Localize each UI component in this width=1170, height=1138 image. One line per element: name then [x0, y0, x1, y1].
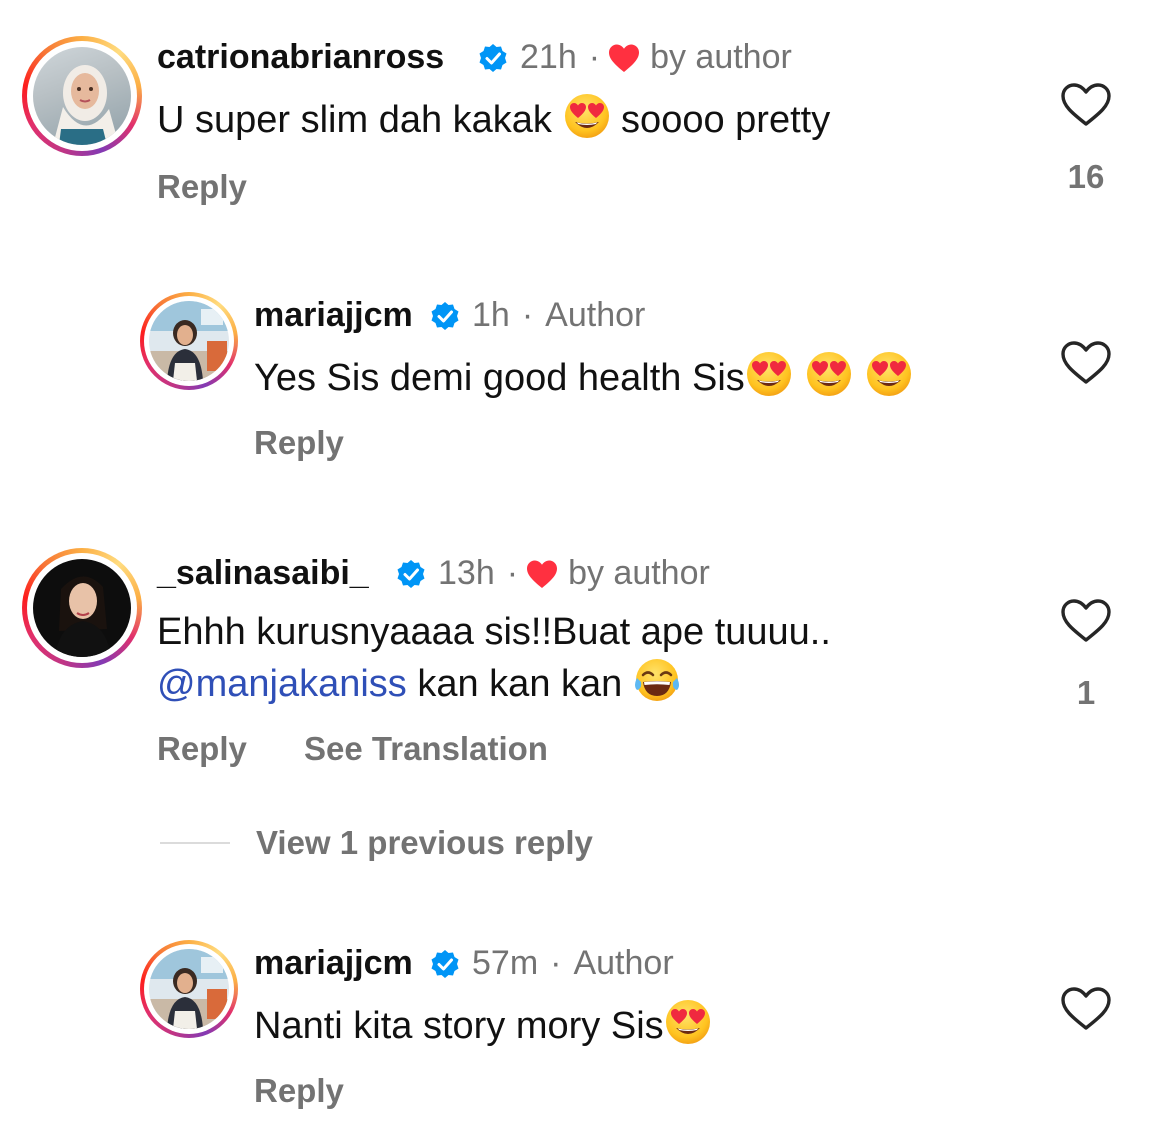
- author-label: Author: [573, 944, 674, 982]
- comment-1: catrionabrianross 21h · by author U supe…: [0, 0, 1170, 240]
- reply-text: Yes Sis demi good health Sis: [254, 350, 913, 402]
- reply-button[interactable]: Reply: [157, 168, 247, 206]
- reply-button[interactable]: Reply: [254, 424, 344, 462]
- reply-meta: 1h · Author: [420, 296, 645, 335]
- liked-by-author-heart-icon: [609, 44, 640, 72]
- reply-meta: 57m · Author: [420, 944, 674, 983]
- comment-text: U super slim dah kakak soooo pretty: [157, 92, 830, 144]
- reply-text: Nanti kita story mory Sis: [254, 998, 712, 1050]
- reply-username[interactable]: mariajjcm: [254, 944, 413, 983]
- separator-dot: ·: [588, 38, 601, 76]
- like-heart-icon[interactable]: [1060, 82, 1112, 128]
- comment-time: 21h: [520, 38, 577, 76]
- reply-text-content: Nanti kita story mory Sis: [254, 1005, 664, 1047]
- liked-by-author-heart-icon: [527, 560, 558, 588]
- heart-eyes-emoji-icon: [746, 352, 791, 396]
- comment-meta: 13h · by author: [386, 554, 710, 593]
- tears-of-joy-emoji-icon: [633, 657, 681, 703]
- avatar-mariajjcm[interactable]: [140, 940, 238, 1038]
- comment-text-line1: Ehhh kurusnyaaaa sis!!Buat ape tuuuu..: [157, 611, 831, 653]
- liked-by-author-label: by author: [568, 554, 710, 592]
- comment-text-line2: @manjakaniss kan kan kan: [157, 656, 681, 708]
- comment-meta: 21h · by author: [468, 38, 792, 77]
- avatar-mariajjcm[interactable]: [140, 292, 238, 390]
- heart-eyes-emoji-icon: [564, 94, 609, 138]
- reply-button[interactable]: Reply: [254, 1072, 344, 1110]
- comment-text-line2-rest: kan kan kan: [406, 663, 633, 705]
- separator-dot: ·: [550, 944, 562, 982]
- like-count: 16: [1067, 158, 1105, 195]
- separator-dot: ·: [506, 554, 519, 592]
- liked-by-author-label: by author: [650, 38, 792, 76]
- reply-time: 57m: [472, 944, 539, 982]
- separator-dot: ·: [521, 296, 534, 334]
- heart-eyes-emoji-icon: [866, 352, 911, 396]
- comment-text-part1: U super slim dah kakak: [157, 99, 563, 141]
- verified-badge-icon: [430, 300, 460, 331]
- reply-button[interactable]: Reply: [157, 730, 247, 768]
- comment-4-reply: mariajjcm 57m · Author Nanti kita story …: [0, 908, 1170, 1138]
- replies-divider: [160, 842, 230, 844]
- mention-link[interactable]: @manjakaniss: [157, 663, 407, 705]
- reply-text-content: Yes Sis demi good health Sis: [254, 357, 745, 399]
- avatar-salinasaibi[interactable]: [22, 548, 142, 668]
- comment-time: 13h: [438, 554, 495, 592]
- heart-eyes-emoji-icon: [806, 352, 851, 396]
- author-label: Author: [545, 296, 646, 334]
- comment-username[interactable]: catrionabrianross: [157, 38, 444, 77]
- like-heart-icon[interactable]: [1060, 598, 1112, 644]
- see-translation-button[interactable]: See Translation: [304, 730, 548, 768]
- verified-badge-icon: [396, 558, 426, 589]
- reply-username[interactable]: mariajjcm: [254, 296, 413, 335]
- verified-badge-icon: [478, 42, 508, 73]
- verified-badge-icon: [430, 948, 460, 979]
- reply-time: 1h: [472, 296, 510, 334]
- comment-username[interactable]: _salinasaibi_: [157, 554, 369, 593]
- view-previous-replies-button[interactable]: View 1 previous reply: [256, 824, 593, 862]
- comment-text-part2: soooo pretty: [610, 99, 831, 141]
- like-heart-icon[interactable]: [1060, 340, 1112, 386]
- heart-eyes-emoji-icon: [665, 1000, 710, 1044]
- like-heart-icon[interactable]: [1060, 986, 1112, 1032]
- comment-3: _salinasaibi_ 13h · by author Ehhh kurus…: [0, 520, 1170, 880]
- comment-2-reply: mariajjcm 1h · Author Yes Sis demi good …: [0, 260, 1170, 500]
- like-count: 1: [1076, 674, 1096, 711]
- avatar-catrionabrianross[interactable]: [22, 36, 142, 156]
